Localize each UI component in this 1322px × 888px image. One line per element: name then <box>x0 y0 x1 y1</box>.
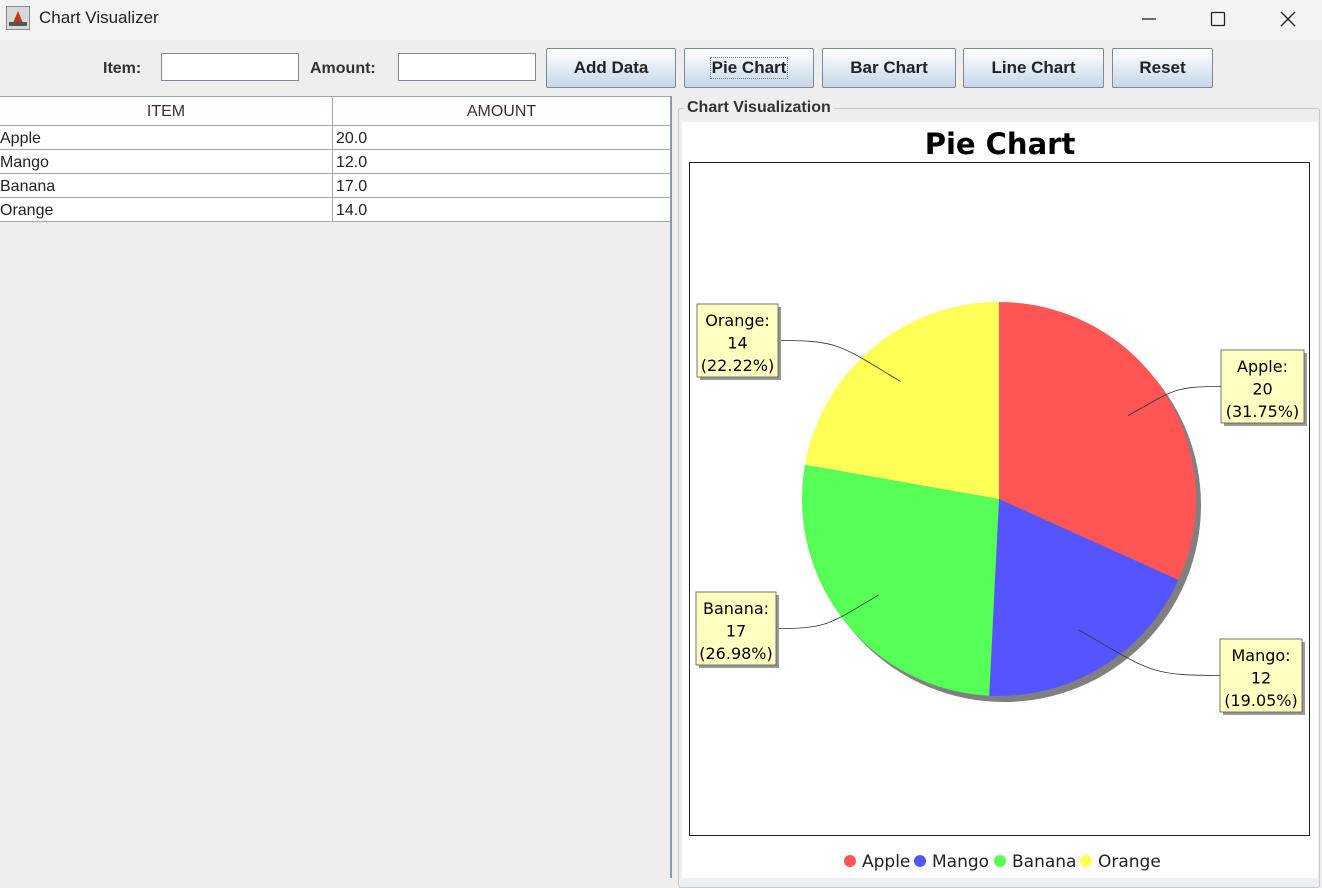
slice-label-value: 12 <box>1251 669 1271 688</box>
title-bar: Chart Visualizer <box>0 0 1322 40</box>
legend-swatch <box>1080 855 1092 867</box>
legend-swatch <box>994 855 1006 867</box>
slice-label-mango: Mango: 12 (19.05%) <box>1219 638 1305 715</box>
split-pane-divider[interactable] <box>670 96 672 878</box>
close-button[interactable] <box>1253 0 1322 38</box>
slice-label-orange: Orange: 14 (22.22%) <box>696 303 781 380</box>
data-table[interactable]: ITEM AMOUNT Apple 20.0 Mango 12.0 Banana… <box>0 96 672 878</box>
add-data-button[interactable]: Add Data <box>546 48 676 88</box>
cell-item[interactable]: Apple <box>0 126 333 149</box>
cell-item[interactable]: Banana <box>0 174 333 197</box>
reset-label: Reset <box>1139 58 1186 77</box>
legend-label: Apple <box>862 852 910 872</box>
bar-chart-label: Bar Chart <box>850 58 928 77</box>
slice-label-value: 14 <box>727 334 747 353</box>
pie-chart-button[interactable]: Pie Chart <box>684 48 814 88</box>
bar-chart-button[interactable]: Bar Chart <box>822 48 956 88</box>
table-row[interactable]: Apple 20.0 <box>0 126 670 150</box>
minimize-icon <box>1142 18 1156 20</box>
item-input[interactable] <box>161 53 299 81</box>
slice-label-apple: Apple: 20 (31.75%) <box>1220 349 1307 426</box>
amount-label: Amount: <box>310 60 376 77</box>
minimize-button[interactable] <box>1114 0 1184 38</box>
window-title: Chart Visualizer <box>39 8 159 27</box>
maximize-button[interactable] <box>1183 0 1253 38</box>
slice-label-name: Orange: <box>705 311 770 330</box>
slice-label-percent: (26.98%) <box>699 644 773 663</box>
add-data-label: Add Data <box>573 58 649 77</box>
line-chart-label: Line Chart <box>991 58 1076 77</box>
cell-amount[interactable]: 12.0 <box>336 150 666 173</box>
item-label: Item: <box>103 60 142 77</box>
amount-input[interactable] <box>398 53 536 81</box>
line-chart-button[interactable]: Line Chart <box>963 48 1104 88</box>
column-header-item[interactable]: ITEM <box>0 97 333 125</box>
pie-chart-label: Pie Chart <box>709 57 789 79</box>
legend-label: Mango <box>932 852 989 872</box>
cell-amount[interactable]: 14.0 <box>336 198 666 221</box>
chart-panel: Pie Chart Apple: 20 (31.75%) Mango: 12 (19.05… <box>682 122 1318 878</box>
java-app-icon <box>6 6 30 30</box>
cell-item[interactable]: Mango <box>0 150 333 173</box>
legend-label: Orange <box>1098 852 1161 872</box>
cell-item[interactable]: Orange <box>0 198 333 221</box>
slice-label-name: Apple: <box>1237 357 1288 376</box>
legend-item-orange: Orange <box>1080 852 1161 872</box>
column-header-amount[interactable]: AMOUNT <box>333 97 670 125</box>
legend-swatch <box>914 855 926 867</box>
slice-label-value: 20 <box>1252 380 1272 399</box>
pie-chart: Pie Chart Apple: 20 (31.75%) Mango: 12 (19.05… <box>689 127 1310 872</box>
slice-label-percent: (22.22%) <box>701 356 775 375</box>
table-row[interactable]: Orange 14.0 <box>0 198 670 222</box>
slice-label-percent: (31.75%) <box>1226 402 1300 421</box>
chart-group-title: Chart Visualization <box>684 99 834 117</box>
cell-amount[interactable]: 17.0 <box>336 174 666 197</box>
chart-title: Pie Chart <box>925 127 1076 161</box>
reset-button[interactable]: Reset <box>1112 48 1213 88</box>
legend-swatch <box>844 855 856 867</box>
slice-label-banana: Banana: 17 (26.98%) <box>695 591 779 668</box>
legend-label: Banana <box>1012 852 1076 872</box>
maximize-icon <box>1210 11 1226 27</box>
cell-amount[interactable]: 20.0 <box>336 126 666 149</box>
table-header: ITEM AMOUNT <box>0 96 670 126</box>
slice-label-value: 17 <box>726 622 746 641</box>
slice-label-percent: (19.05%) <box>1224 691 1298 710</box>
close-icon <box>1280 11 1296 27</box>
slice-label-name: Mango: <box>1231 646 1290 665</box>
legend-item-banana: Banana <box>994 852 1076 872</box>
table-row[interactable]: Banana 17.0 <box>0 174 670 198</box>
slice-label-name: Banana: <box>703 599 769 618</box>
legend-item-mango: Mango <box>914 852 989 872</box>
legend-item-apple: Apple <box>844 852 910 872</box>
table-row[interactable]: Mango 12.0 <box>0 150 670 174</box>
